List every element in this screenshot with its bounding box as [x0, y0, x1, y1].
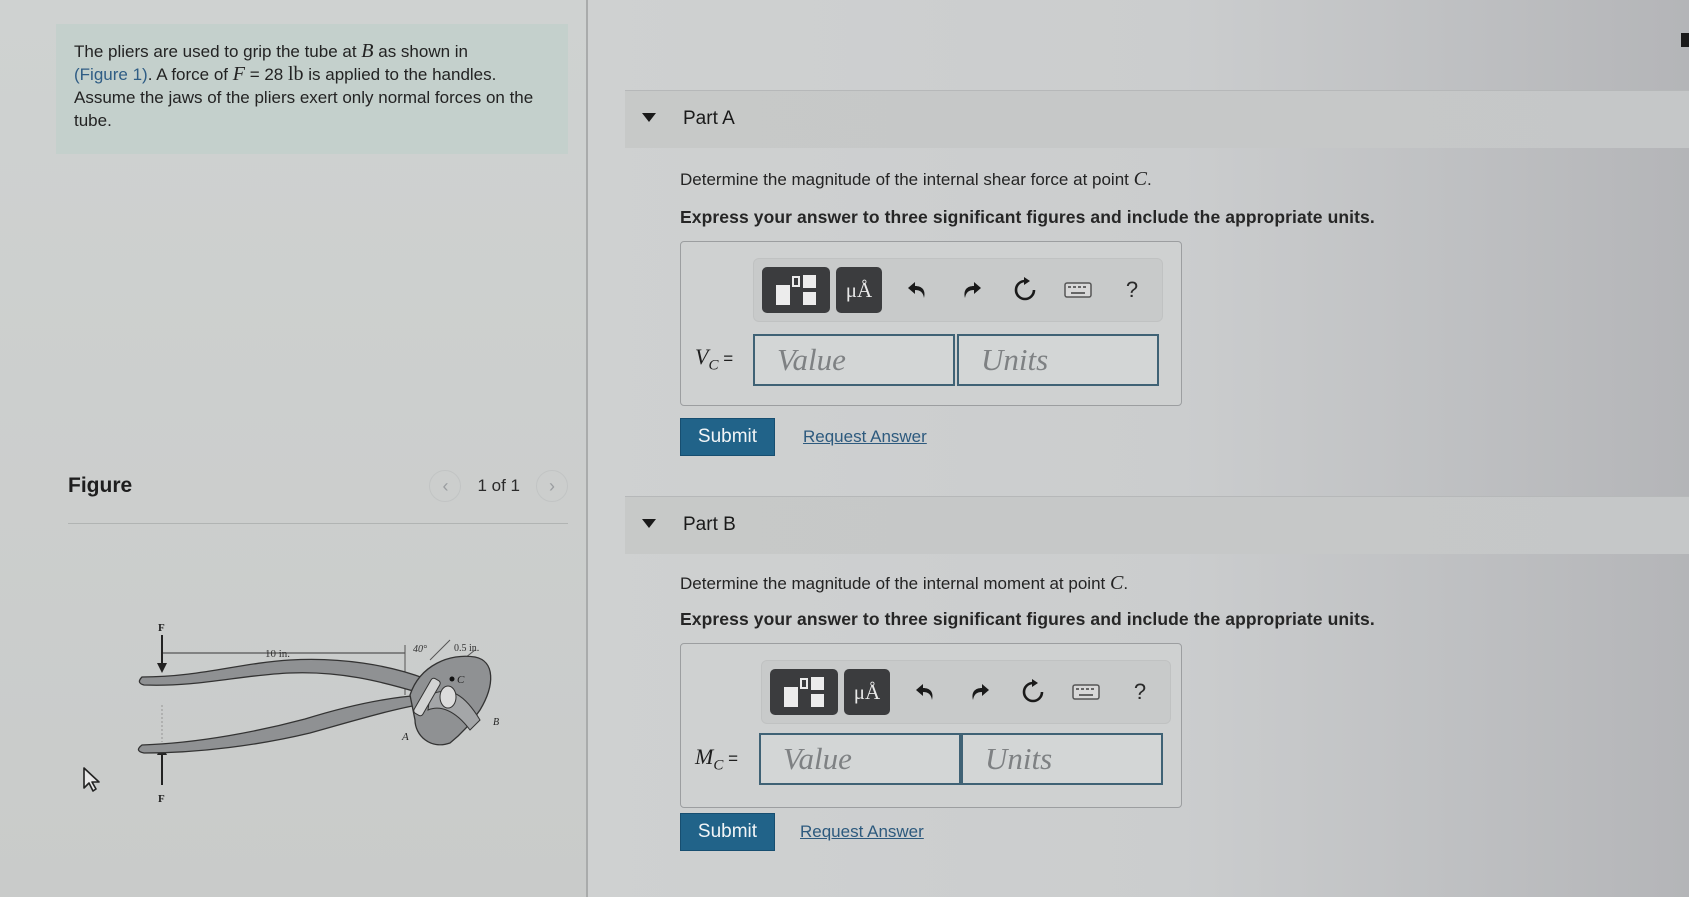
part-b-question: Determine the magnitude of the internal … [680, 572, 1128, 595]
pliers-diagram: 10 in. 40° 0.5 in. 1 in. F F C [137, 622, 499, 805]
var-F: F [232, 63, 245, 85]
part-b-header[interactable]: Part B [625, 496, 1689, 554]
part-b-answer-box: μÅ ? MC = Value Units [680, 643, 1182, 808]
problem-pane: The pliers are used to grip the tube at … [0, 0, 588, 897]
templates-icon[interactable] [762, 267, 830, 313]
answer-label-mc: MC = [695, 744, 738, 774]
question-period: . [1123, 574, 1129, 593]
figure-title: Figure [68, 474, 133, 497]
request-answer-link[interactable]: Request Answer [800, 822, 924, 842]
question-period: . [1146, 170, 1152, 189]
figure-header: Figure ‹ 1 of 1 › [68, 470, 568, 524]
angle-label: 40° [413, 644, 427, 655]
answer-symbol: M [695, 744, 714, 769]
pliers-figure: 10 in. 40° 0.5 in. 1 in. F F C [130, 615, 530, 815]
collapse-triangle-icon[interactable] [642, 519, 656, 528]
part-b-title[interactable]: Part B [683, 514, 736, 536]
question-text: Determine the magnitude of the internal … [680, 574, 1110, 593]
answer-eq: = [718, 349, 734, 368]
answer-subscript: C [708, 357, 719, 374]
scrollbar-marker [1681, 33, 1689, 47]
point-B-label: B [493, 717, 499, 728]
collapse-triangle-icon[interactable] [642, 113, 656, 122]
figure-counter: 1 of 1 [477, 476, 520, 495]
part-a-instruction: Express your answer to three significant… [680, 207, 1375, 227]
answer-eq: = [723, 749, 738, 768]
help-icon[interactable]: ? [1118, 276, 1146, 304]
question-var: C [1109, 572, 1124, 594]
keyboard-icon[interactable] [1072, 678, 1100, 706]
units-input[interactable]: Units [961, 733, 1163, 785]
part-a-title[interactable]: Part A [683, 108, 735, 130]
request-answer-link[interactable]: Request Answer [803, 427, 927, 447]
chevron-left-icon[interactable]: ‹ [429, 470, 462, 502]
value-input[interactable]: Value [753, 334, 955, 386]
point-A-label: A [401, 731, 409, 743]
question-text: Determine the magnitude of the internal … [680, 170, 1134, 189]
length-label: 10 in. [265, 648, 290, 660]
point-C-label: C [457, 674, 465, 686]
var-B: B [361, 40, 374, 62]
undo-icon[interactable] [904, 276, 932, 304]
intro-text: The pliers are used to grip the tube at [74, 42, 362, 61]
force-bottom-label: F [158, 793, 165, 805]
pane-divider[interactable] [586, 0, 588, 897]
units-icon[interactable]: μÅ [844, 669, 890, 715]
intro-text-2: as shown in [373, 42, 469, 61]
point-C-dot [449, 676, 455, 682]
math-toolbar: μÅ ? [761, 660, 1171, 724]
part-a-answer-box: μÅ ? VC = Value Units [680, 241, 1182, 406]
reset-icon[interactable] [1011, 276, 1039, 304]
part-a-header[interactable]: Part A [625, 90, 1689, 148]
intro-text-3: . A force of [147, 65, 233, 84]
answer-symbol: V [695, 344, 709, 369]
force-top-label: F [158, 622, 165, 634]
dim1-label: 0.5 in. [454, 643, 479, 654]
lower-handle [137, 694, 432, 754]
submit-button[interactable]: Submit [680, 813, 775, 851]
redo-icon[interactable] [965, 678, 993, 706]
value-input[interactable]: Value [759, 733, 961, 785]
help-icon[interactable]: ? [1126, 678, 1154, 706]
pivot-hole [439, 685, 457, 709]
math-toolbar: μÅ ? [753, 258, 1163, 322]
part-b-instruction: Express your answer to three significant… [680, 609, 1375, 629]
mouse-cursor-icon [83, 767, 100, 792]
answer-subscript: C [713, 757, 724, 774]
undo-icon[interactable] [912, 678, 940, 706]
dim-line-2 [429, 639, 451, 661]
force-unit: lb [287, 63, 304, 85]
keyboard-icon[interactable] [1064, 276, 1092, 304]
figure-link[interactable]: (Figure 1) [74, 65, 148, 84]
figure-nav: ‹ 1 of 1 › [429, 470, 568, 502]
reset-icon[interactable] [1019, 678, 1047, 706]
submit-button[interactable]: Submit [680, 418, 775, 456]
redo-icon[interactable] [957, 276, 985, 304]
units-input[interactable]: Units [957, 334, 1159, 386]
chevron-right-icon[interactable]: › [536, 470, 568, 502]
force-value: = 28 [244, 65, 288, 84]
answer-label-vc: VC = [695, 344, 733, 374]
part-a-question: Determine the magnitude of the internal … [680, 168, 1152, 191]
upper-handle [138, 658, 427, 694]
question-var: C [1133, 168, 1147, 190]
units-icon[interactable]: μÅ [836, 267, 882, 313]
problem-statement: The pliers are used to grip the tube at … [56, 24, 568, 154]
force-top-arrowhead [157, 663, 167, 673]
templates-icon[interactable] [770, 669, 838, 715]
